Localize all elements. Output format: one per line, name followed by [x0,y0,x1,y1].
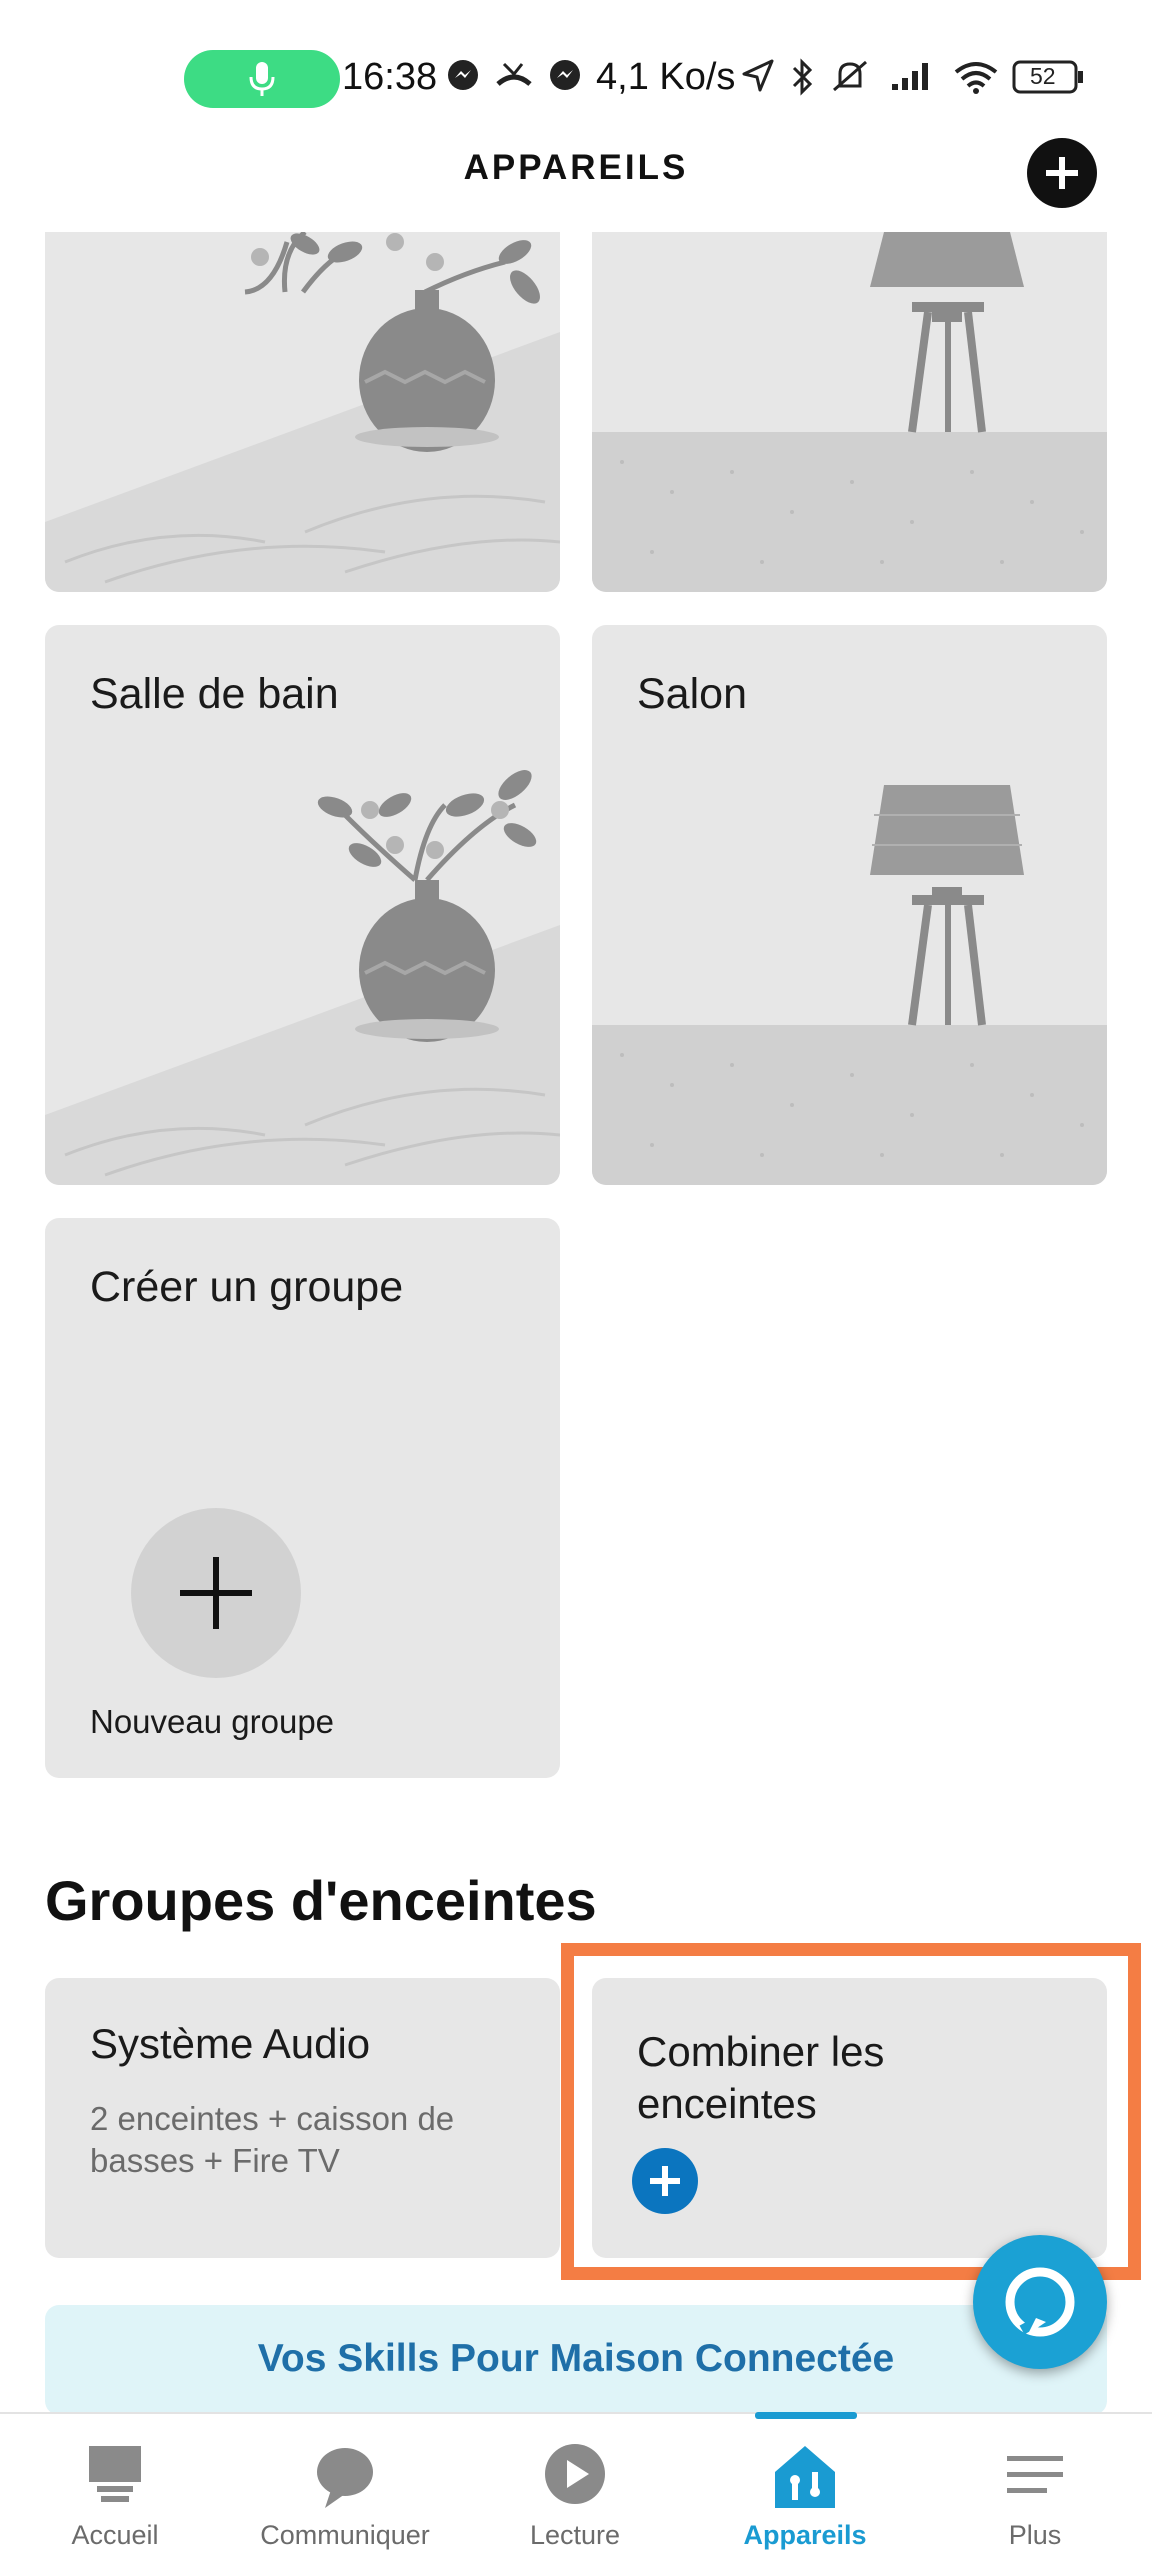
plus-icon [1046,157,1078,189]
missed-call-icon [496,62,532,86]
page-title: APPAREILS [463,148,689,187]
wifi-icon [954,62,998,94]
mic-active-indicator[interactable] [184,50,340,108]
nav-label: Plus [1008,2520,1062,2550]
status-bar: 16:38 4,1 Ko/s 52 [0,0,1152,150]
microphone-icon [249,62,275,96]
devices-icon [775,2446,835,2508]
chat-icon [317,2448,373,2508]
battery-level: 52 [1030,63,1056,89]
messenger-icon-2 [550,60,580,90]
location-icon [742,59,774,92]
nav-plus[interactable]: Plus [920,2414,1150,2560]
highlight-annotation [561,1943,1141,2280]
active-tab-indicator [755,2412,857,2419]
group-tile-salle-de-bain[interactable]: Salle de bain [45,625,560,1185]
skills-banner-label: Vos Skills Pour Maison Connectée [257,2337,895,2380]
bluetooth-icon [792,58,813,96]
group-tile-salon[interactable]: Salon [592,625,1107,1185]
new-group-button[interactable] [131,1508,301,1678]
play-icon [545,2444,605,2504]
add-device-button[interactable] [1027,138,1097,208]
messenger-icon [448,60,478,90]
tile-label: Créer un groupe [90,1263,404,1311]
home-icon [89,2446,141,2502]
group-tile-vase-top[interactable] [45,232,560,592]
alexa-button[interactable] [973,2235,1107,2369]
nav-accueil[interactable]: Accueil [0,2414,230,2560]
speaker-groups-heading: Groupes d'enceintes [45,1869,597,1932]
nav-label: Communiquer [260,2520,430,2550]
new-group-label: Nouveau groupe [90,1703,335,1740]
nav-communiquer[interactable]: Communiquer [230,2414,460,2560]
vase-illustration [45,232,560,592]
tile-label: Salon [637,670,747,718]
plus-icon [180,1557,252,1629]
nav-appareils[interactable]: Appareils [690,2414,920,2560]
smart-home-skills-banner[interactable]: Vos Skills Pour Maison Connectée [45,2305,1107,2415]
audio-system-name: Système Audio [90,2020,371,2067]
nav-label: Appareils [743,2520,867,2550]
mute-bell-icon [833,60,867,92]
create-group-tile[interactable]: Créer un groupe Nouveau groupe [45,1218,560,1778]
group-tile-lamp-top[interactable] [592,232,1107,592]
bottom-navigation: Accueil Communiquer Lecture Appareils Pl… [0,2412,1152,2560]
nav-label: Lecture [529,2520,621,2550]
tile-label: Salle de bain [90,670,339,718]
network-speed: 4,1 Ko/s [596,56,736,98]
alexa-icon [1005,2267,1075,2337]
nav-label: Accueil [71,2520,159,2550]
signal-icon [892,63,928,90]
menu-icon [1007,2456,1063,2493]
audio-system-tile[interactable]: Système Audio 2 enceintes + caisson de b… [45,1978,560,2258]
audio-system-details: 2 enceintes + caisson de basses + Fire T… [90,2100,455,2179]
nav-lecture[interactable]: Lecture [460,2414,690,2560]
lamp-illustration [592,232,1107,592]
clock: 16:38 [342,56,438,98]
